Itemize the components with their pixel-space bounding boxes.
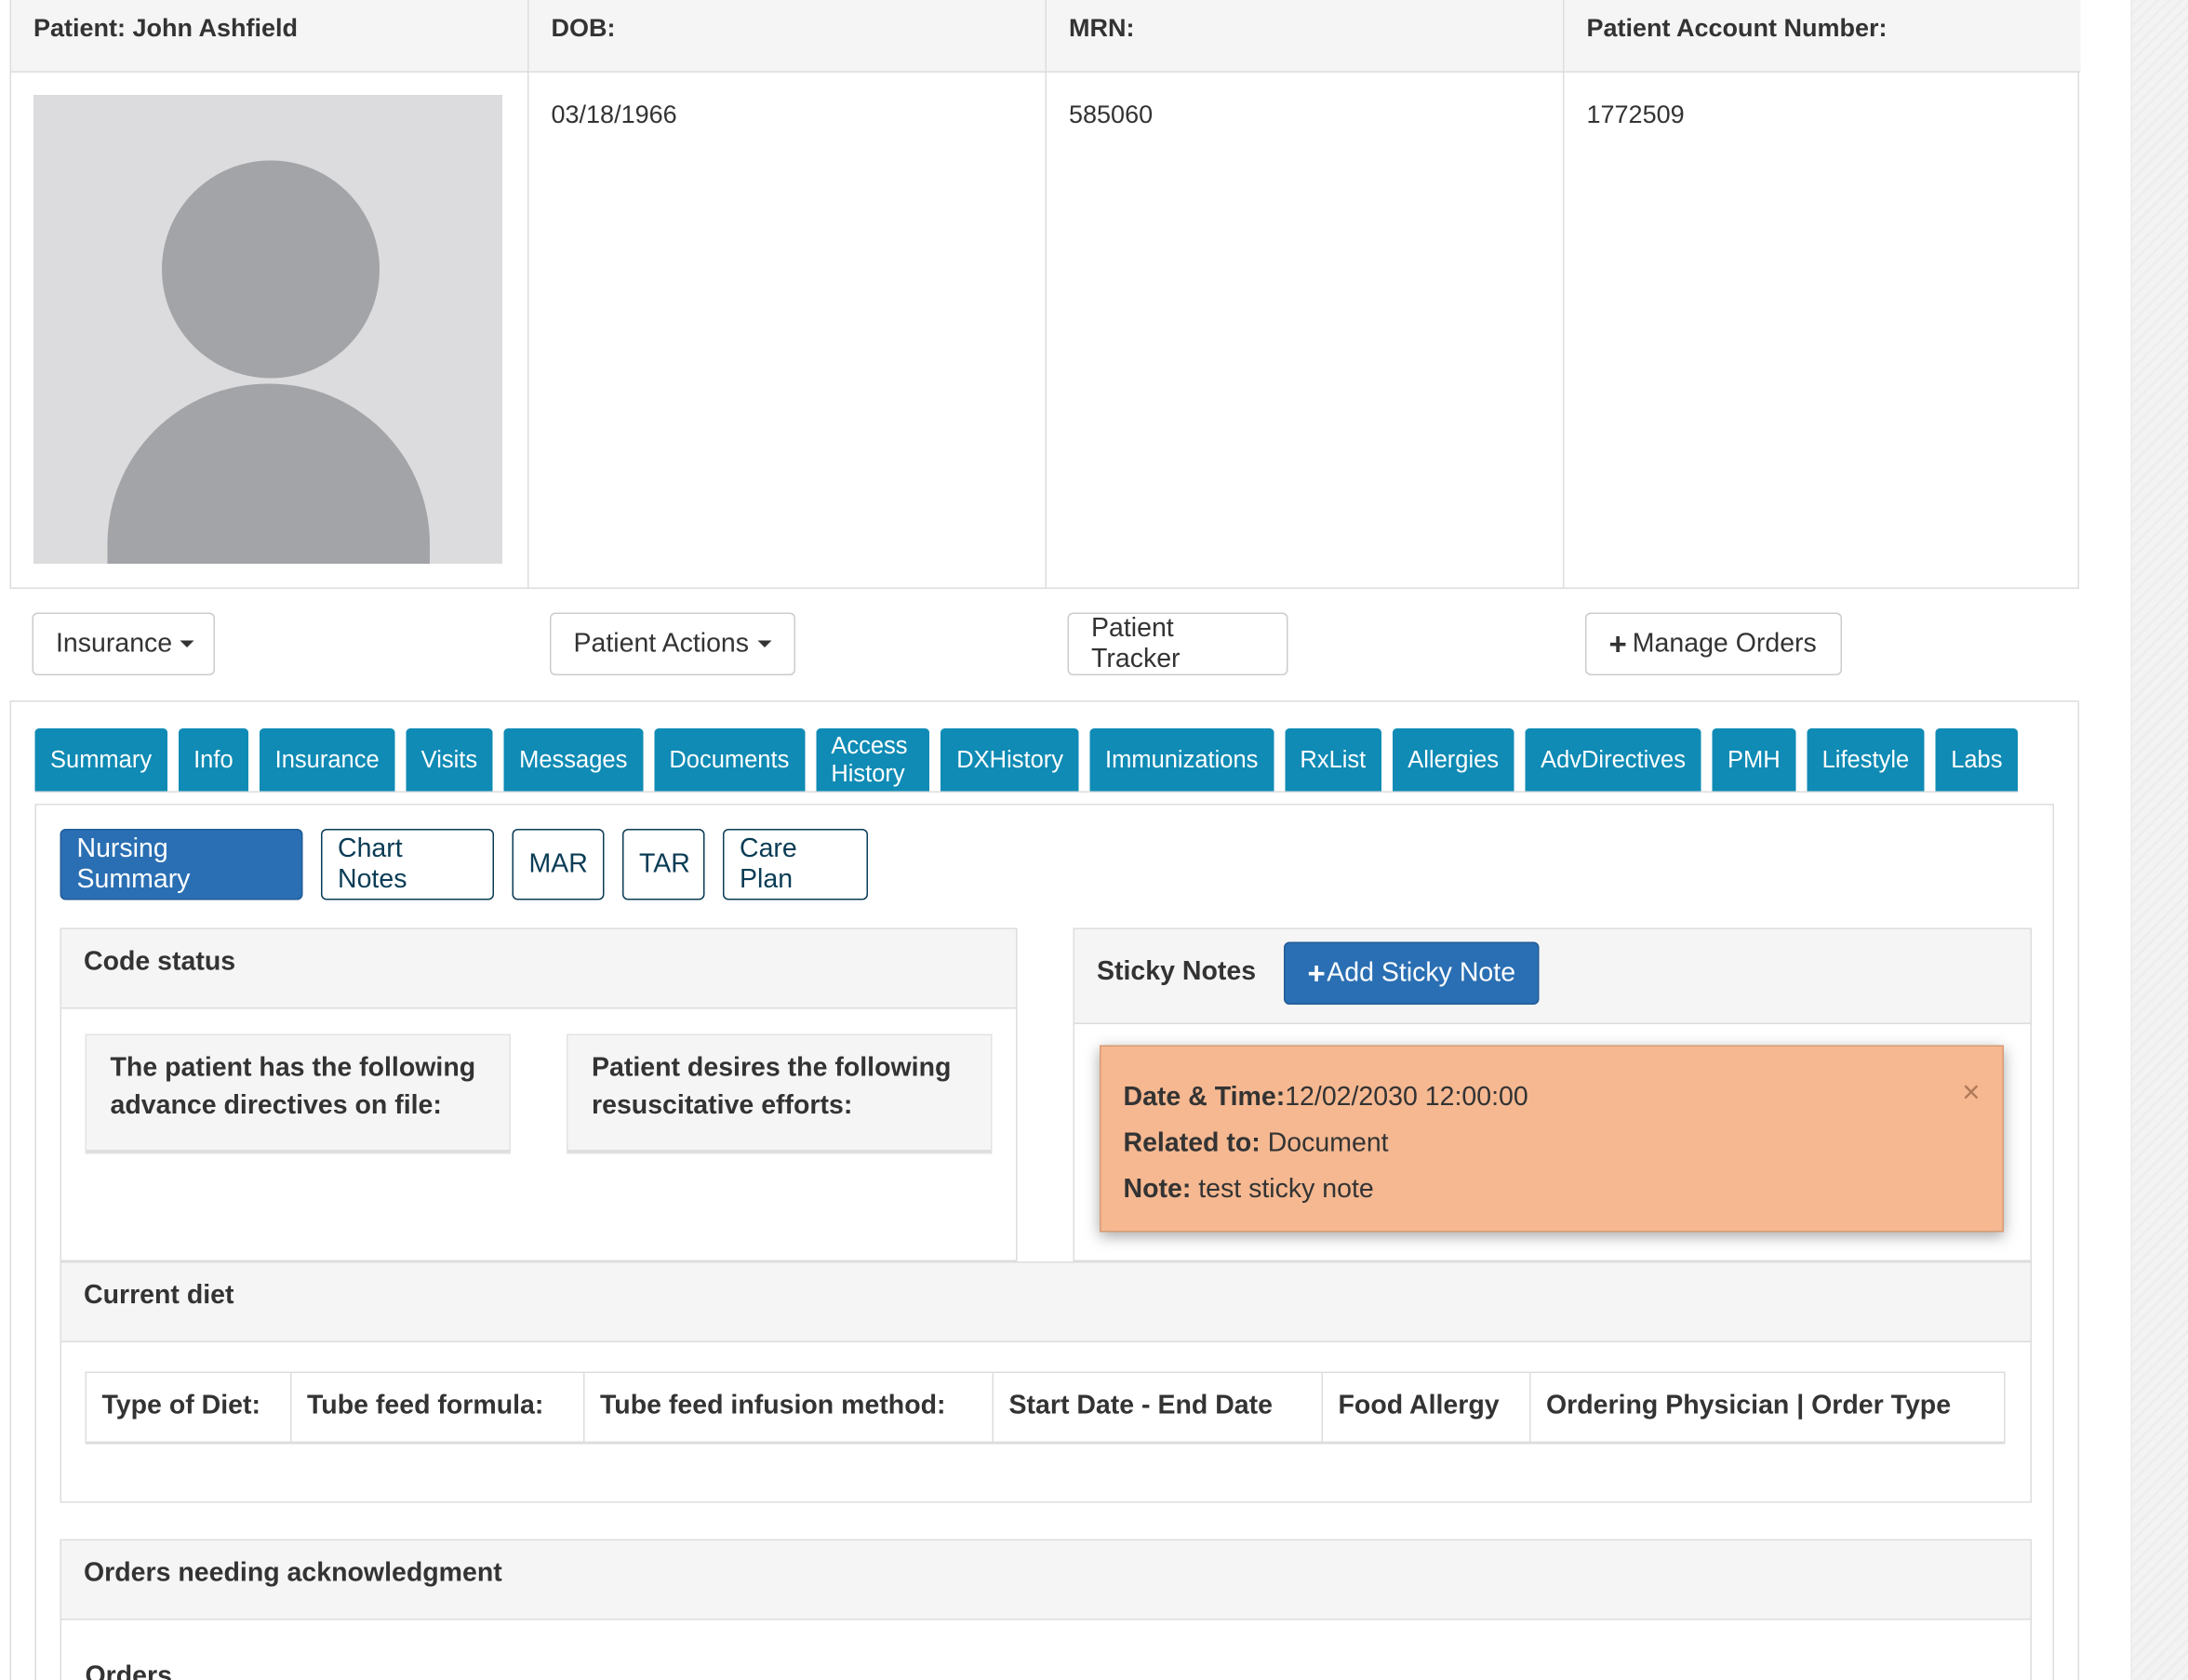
mrn-value: 585060 [1047, 73, 1565, 588]
orders-label: Orders [85, 1661, 172, 1680]
tab-pmh[interactable]: PMH [1712, 728, 1796, 792]
diet-table-header-row: Type of Diet: Tube feed formula: Tube fe… [85, 1371, 2006, 1444]
patient-name-header: Patient: John Ashfield [11, 0, 529, 73]
sticky-note-datetime: 12/02/2030 12:00:00 [1285, 1083, 1528, 1113]
subtab-chart-notes[interactable]: Chart Notes [321, 829, 494, 900]
plus-icon: + [1307, 954, 1326, 991]
diet-column-header: Tube feed formula: [290, 1371, 585, 1444]
page-root: Patient: John Ashfield DOB: MRN: Patient… [0, 0, 2188, 1680]
tab-advdirectives[interactable]: AdvDirectives [1525, 728, 1701, 792]
sticky-note-related: Document [1267, 1128, 1389, 1159]
account-number-value: 1772509 [1586, 100, 1685, 128]
resuscitative-efforts-box: Patient desires the following resuscitat… [567, 1033, 993, 1154]
tab-allergies[interactable]: Allergies [1392, 728, 1514, 792]
patient-photo-cell [11, 73, 529, 588]
tab-access-history[interactable]: Access History [815, 728, 930, 792]
subtab-tar[interactable]: TAR [622, 829, 705, 900]
current-diet-title: Current diet [61, 1262, 2031, 1342]
tab-bar: Summary Info Insurance Visits Messages D… [34, 728, 2018, 793]
code-status-title: Code status [61, 929, 1016, 1009]
avatar-placeholder-icon [33, 95, 502, 564]
tab-info[interactable]: Info [178, 728, 249, 792]
add-sticky-note-button[interactable]: + Add Sticky Note [1284, 941, 1540, 1005]
manage-orders-button[interactable]: + Manage Orders [1585, 612, 1842, 675]
sticky-note-related-label: Related to: [1123, 1128, 1261, 1159]
sticky-note-datetime-label: Date & Time: [1123, 1083, 1286, 1113]
sticky-note: Date & Time:12/02/2030 12:00:00 Related … [1100, 1045, 2004, 1233]
diet-table: Type of Diet: Tube feed formula: Tube fe… [85, 1371, 2006, 1444]
insurance-dropdown-label: Insurance [56, 628, 173, 659]
tab-visits[interactable]: Visits [406, 728, 493, 792]
mrn-header: MRN: [1047, 0, 1565, 73]
patient-actions-label: Patient Actions [573, 628, 750, 659]
diet-column-header: Ordering Physician | Order Type [1529, 1371, 2006, 1444]
sticky-notes-card: Sticky Notes + Add Sticky Note Date & Ti… [1073, 927, 2032, 1261]
tab-summary[interactable]: Summary [34, 728, 167, 792]
add-sticky-note-label: Add Sticky Note [1327, 957, 1516, 988]
manage-orders-label: Manage Orders [1632, 628, 1817, 659]
diet-column-header: Type of Diet: [85, 1371, 292, 1444]
sticky-note-text: test sticky note [1198, 1175, 1374, 1205]
plus-icon: + [1608, 625, 1627, 661]
tab-rxlist[interactable]: RxList [1284, 728, 1381, 792]
sticky-note-datetime-row: Date & Time:12/02/2030 12:00:00 [1124, 1074, 1981, 1121]
current-diet-card: Current diet Type of Diet: Tube feed for… [60, 1261, 2032, 1503]
tab-lifestyle[interactable]: Lifestyle [1807, 728, 1925, 792]
subtab-nursing-summary[interactable]: Nursing Summary [60, 829, 303, 900]
sticky-note-text-label: Note: [1123, 1175, 1192, 1205]
tab-messages[interactable]: Messages [503, 728, 643, 792]
sticky-notes-header: Sticky Notes [1074, 929, 2031, 1024]
diet-column-header: Food Allergy [1321, 1371, 1531, 1444]
summary-content-panel: Nursing Summary Chart Notes MAR TAR Care… [34, 804, 2054, 1680]
close-icon[interactable]: × [1962, 1076, 1980, 1108]
patient-actions-dropdown-button[interactable]: Patient Actions [550, 612, 795, 675]
dob-header: DOB: [528, 0, 1047, 73]
scrollbar[interactable] [2130, 0, 2188, 1680]
caret-down-icon [180, 640, 195, 647]
account-number-header: Patient Account Number: [1564, 0, 2081, 73]
orders-card: Orders needing acknowledgment Orders [60, 1539, 2032, 1680]
subtab-mar[interactable]: MAR [512, 829, 605, 900]
insurance-dropdown-button[interactable]: Insurance [32, 612, 215, 675]
patient-tabs-panel: Summary Info Insurance Visits Messages D… [9, 700, 2079, 1680]
subtab-care-plan[interactable]: Care Plan [723, 829, 868, 900]
tab-labs[interactable]: Labs [1935, 728, 2018, 792]
caret-down-icon [757, 640, 772, 647]
tab-insurance[interactable]: Insurance [260, 728, 395, 792]
tab-documents[interactable]: Documents [653, 728, 805, 792]
patient-tracker-button[interactable]: Patient Tracker [1067, 612, 1288, 675]
dob-value: 03/18/1966 [529, 73, 1047, 588]
code-status-card: Code status The patient has the followin… [60, 927, 1018, 1261]
patient-header-table: Patient: John Ashfield DOB: MRN: Patient… [9, 0, 2081, 589]
tab-immunizations[interactable]: Immunizations [1089, 728, 1274, 792]
orders-title: Orders needing acknowledgment [61, 1540, 2031, 1620]
sticky-note-related-row: Related to: Document [1124, 1121, 1981, 1167]
diet-column-header: Tube feed infusion method: [583, 1371, 994, 1444]
sticky-notes-title: Sticky Notes [1097, 957, 1257, 987]
diet-column-header: Start Date - End Date [992, 1371, 1323, 1444]
sticky-note-text-row: Note: test sticky note [1124, 1167, 1981, 1213]
tab-dxhistory[interactable]: DXHistory [941, 728, 1079, 792]
patient-tracker-label: Patient Tracker [1091, 613, 1181, 673]
advance-directives-box: The patient has the following advance di… [85, 1033, 511, 1154]
